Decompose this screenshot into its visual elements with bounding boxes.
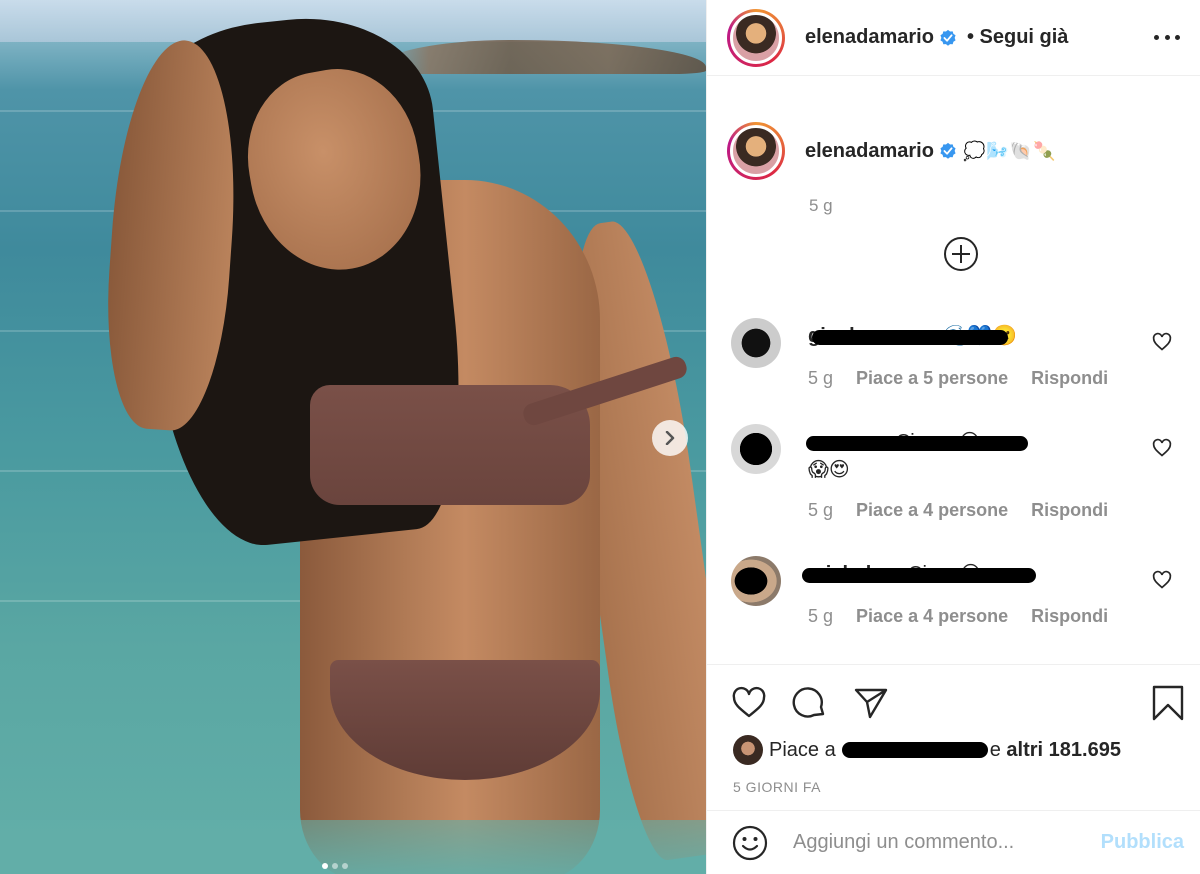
comment-composer: Pubblica [707, 810, 1200, 874]
comment-input[interactable] [793, 831, 1101, 854]
add-circle-icon[interactable] [943, 236, 979, 272]
likes-prefix: Piace a [769, 738, 836, 761]
publish-button[interactable]: Pubblica [1101, 831, 1184, 854]
comment-likes[interactable]: Piace a 4 persone [856, 606, 1008, 626]
redaction-mark [841, 742, 988, 758]
paper-plane-icon[interactable] [853, 685, 889, 721]
smiley-icon[interactable] [731, 824, 769, 862]
redaction-mark [806, 436, 1028, 451]
dot [1154, 35, 1159, 40]
carousel-dot [342, 863, 348, 869]
caption-avatar[interactable] [727, 122, 785, 180]
post-actions: Piace a e altri 181.695 5 GIORNI FA [707, 664, 1200, 810]
carousel-next-button[interactable] [652, 420, 688, 456]
commenter-avatar[interactable] [731, 424, 781, 474]
likes-count[interactable]: altri 181.695 [1006, 739, 1121, 762]
comment-time: 5 g [808, 606, 834, 626]
reply-button[interactable]: Rispondi [1031, 368, 1108, 388]
dot [1164, 35, 1170, 40]
comment-item: michela… Ciao. 😍 5 g Piace a 4 persone R… [731, 556, 1180, 646]
redaction-mark [812, 330, 1008, 345]
foreground-water [0, 820, 706, 874]
verified-badge-icon [940, 29, 956, 46]
comment-body: …_…_… Ciaone😍 😱😍 [806, 428, 1148, 484]
likes-summary: Piace a e altri 181.695 [733, 735, 1121, 765]
follow-status[interactable]: • Segui già [967, 26, 1068, 49]
post-timestamp: 5 GIORNI FA [733, 779, 821, 795]
distant-rocks [380, 40, 706, 74]
avatar-image [730, 11, 782, 64]
carousel-indicator [322, 863, 348, 869]
comment-meta: 5 g Piace a 4 persone Rispondi [808, 500, 1126, 521]
verified-badge-icon [940, 142, 956, 159]
caption-text: 💭🌬️🐚🍡 [962, 140, 1057, 161]
comment-likes[interactable]: Piace a 5 persone [856, 368, 1008, 388]
bookmark-icon[interactable] [1150, 685, 1186, 721]
more-options-icon[interactable] [1154, 28, 1180, 48]
comment-like-icon[interactable] [1152, 332, 1172, 352]
post-header: elenadamario • Segui già [707, 0, 1200, 76]
comment-like-icon[interactable] [1152, 570, 1172, 590]
comment-meta: 5 g Piace a 4 persone Rispondi [808, 606, 1126, 627]
dot [1175, 35, 1180, 40]
avatar-image [730, 125, 782, 177]
author-avatar[interactable] [727, 8, 785, 67]
liker-avatar[interactable] [733, 735, 763, 765]
commenter-avatar[interactable] [731, 318, 781, 368]
post-side-panel: elenadamario • Segui già elenadamario 💭🌬… [706, 0, 1200, 874]
comment-likes[interactable]: Piace a 4 persone [856, 500, 1008, 520]
comment-item: …_…_… Ciaone😍 😱😍 5 g Piace a 4 persone R… [731, 424, 1180, 534]
comment-text-line2: 😱😍 [808, 459, 850, 481]
post-caption: elenadamario 💭🌬️🐚🍡 5 g [727, 122, 1180, 216]
comment-like-icon[interactable] [1152, 438, 1172, 458]
chevron-right-icon [665, 431, 675, 445]
comment-body: gianl…_…_… 🌊💙🙂 [808, 322, 1148, 350]
carousel-dot [322, 863, 328, 869]
author-username[interactable]: elenadamario [805, 26, 934, 49]
reply-button[interactable]: Rispondi [1031, 500, 1108, 520]
comment-time: 5 g [808, 368, 834, 388]
comment-item: gianl…_…_… 🌊💙🙂 5 g Piace a 5 persone Ris… [731, 318, 1180, 408]
post-photo[interactable] [0, 0, 706, 874]
comment-body: michela… Ciao. 😍 [802, 560, 1148, 588]
heart-icon[interactable] [731, 685, 767, 721]
caption-timestamp: 5 g [809, 196, 833, 215]
comment-icon[interactable] [792, 685, 828, 721]
commenter-avatar[interactable] [731, 556, 781, 606]
caption-username[interactable]: elenadamario [805, 140, 934, 163]
likes-conjunction: e [989, 738, 1001, 761]
comment-meta: 5 g Piace a 5 persone Rispondi [808, 368, 1126, 389]
carousel-dot [332, 863, 338, 869]
comment-time: 5 g [808, 500, 834, 520]
reply-button[interactable]: Rispondi [1031, 606, 1108, 626]
redaction-mark [802, 568, 1036, 583]
